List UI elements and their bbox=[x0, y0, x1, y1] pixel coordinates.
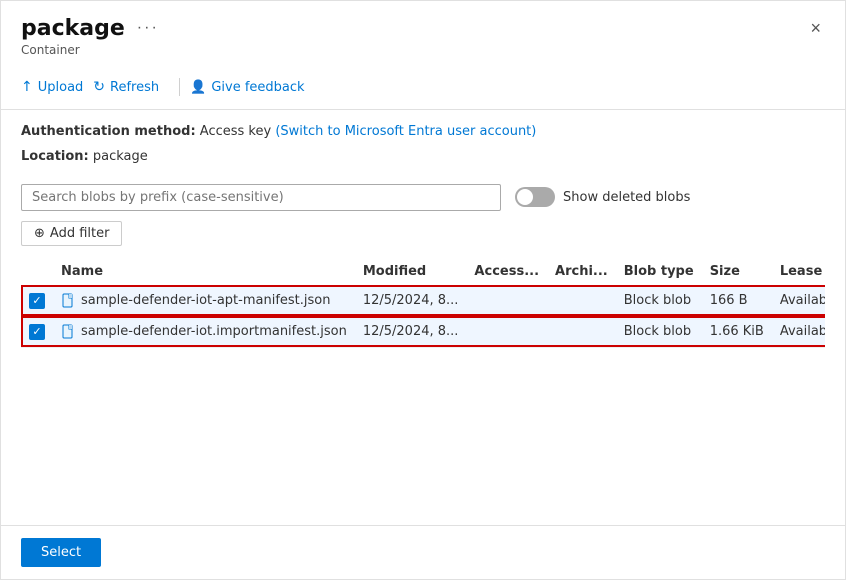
feedback-icon bbox=[190, 80, 206, 95]
filter-row: Add filter bbox=[21, 221, 825, 246]
cell-archive bbox=[547, 316, 616, 347]
row-checkbox-cell[interactable]: ✓ bbox=[21, 285, 53, 316]
cell-modified: 12/5/2024, 8... bbox=[355, 285, 467, 316]
col-archive[interactable]: Archi... bbox=[547, 258, 616, 286]
row-checkbox-cell[interactable]: ✓ bbox=[21, 316, 53, 347]
file-icon bbox=[61, 324, 77, 340]
cell-size: 1.66 KiB bbox=[702, 316, 772, 347]
location-value: package bbox=[93, 149, 148, 164]
cell-lease-state: Available bbox=[772, 316, 825, 347]
checkmark-icon: ✓ bbox=[32, 294, 41, 307]
col-name[interactable]: Name bbox=[53, 258, 355, 286]
auth-info: Authentication method: Access key (Switc… bbox=[21, 122, 825, 143]
toggle-knob bbox=[517, 189, 533, 205]
ellipsis-menu-button[interactable]: ··· bbox=[133, 15, 163, 41]
toolbar-divider bbox=[179, 78, 180, 96]
cell-blob-type: Block blob bbox=[616, 285, 702, 316]
location-label: Location: bbox=[21, 149, 89, 164]
row-checkbox[interactable]: ✓ bbox=[29, 293, 45, 309]
cell-modified: 12/5/2024, 8... bbox=[355, 316, 467, 347]
add-filter-icon bbox=[34, 226, 45, 241]
close-button[interactable]: × bbox=[806, 15, 825, 41]
switch-account-link[interactable]: (Switch to Microsoft Entra user account) bbox=[275, 124, 536, 139]
deleted-blobs-toggle-row: Show deleted blobs bbox=[515, 187, 690, 207]
upload-icon bbox=[21, 79, 33, 95]
col-modified[interactable]: Modified bbox=[355, 258, 467, 286]
cell-name: sample-defender-iot.importmanifest.json bbox=[53, 316, 355, 347]
col-checkbox bbox=[21, 258, 53, 286]
deleted-blobs-toggle[interactable] bbox=[515, 187, 555, 207]
row-checkbox[interactable]: ✓ bbox=[29, 324, 45, 340]
search-row: Show deleted blobs bbox=[21, 184, 825, 211]
table-header-row: Name Modified Access... Archi... Blob ty… bbox=[21, 258, 825, 286]
upload-button[interactable]: Upload bbox=[21, 75, 93, 99]
location-info: Location: package bbox=[21, 147, 825, 168]
panel-title: package bbox=[21, 16, 125, 41]
cell-access bbox=[466, 285, 547, 316]
table-row[interactable]: ✓ sample-defender-iot-apt-manifest.json … bbox=[21, 285, 825, 316]
search-input[interactable] bbox=[21, 184, 501, 211]
col-size[interactable]: Size bbox=[702, 258, 772, 286]
cell-access bbox=[466, 316, 547, 347]
add-filter-button[interactable]: Add filter bbox=[21, 221, 122, 246]
panel-body: Authentication method: Access key (Switc… bbox=[1, 110, 845, 525]
refresh-button[interactable]: Refresh bbox=[93, 75, 169, 99]
cell-size: 166 B bbox=[702, 285, 772, 316]
cell-lease-state: Available bbox=[772, 285, 825, 316]
checkmark-icon: ✓ bbox=[32, 325, 41, 338]
auth-method-value: Access key bbox=[200, 124, 271, 139]
select-button[interactable]: Select bbox=[21, 538, 101, 567]
col-access[interactable]: Access... bbox=[466, 258, 547, 286]
panel-footer: Select bbox=[1, 525, 845, 579]
col-blob-type[interactable]: Blob type bbox=[616, 258, 702, 286]
cell-archive bbox=[547, 285, 616, 316]
col-lease-state[interactable]: Lease state bbox=[772, 258, 825, 286]
toolbar: Upload Refresh Give feedback bbox=[21, 67, 825, 109]
blob-table: Name Modified Access... Archi... Blob ty… bbox=[21, 258, 825, 348]
file-icon bbox=[61, 293, 77, 309]
auth-method-label: Authentication method: bbox=[21, 124, 196, 139]
cell-blob-type: Block blob bbox=[616, 316, 702, 347]
deleted-blobs-label: Show deleted blobs bbox=[563, 190, 690, 205]
storage-panel: package ··· × Container Upload Refresh G… bbox=[0, 0, 846, 580]
cell-name: sample-defender-iot-apt-manifest.json bbox=[53, 285, 355, 316]
table-row[interactable]: ✓ sample-defender-iot.importmanifest.jso… bbox=[21, 316, 825, 347]
panel-header: package ··· × Container Upload Refresh G… bbox=[1, 1, 845, 110]
panel-subtitle: Container bbox=[21, 43, 825, 57]
refresh-icon bbox=[93, 79, 105, 95]
feedback-button[interactable]: Give feedback bbox=[190, 76, 314, 99]
blob-table-container: Name Modified Access... Archi... Blob ty… bbox=[21, 258, 825, 513]
